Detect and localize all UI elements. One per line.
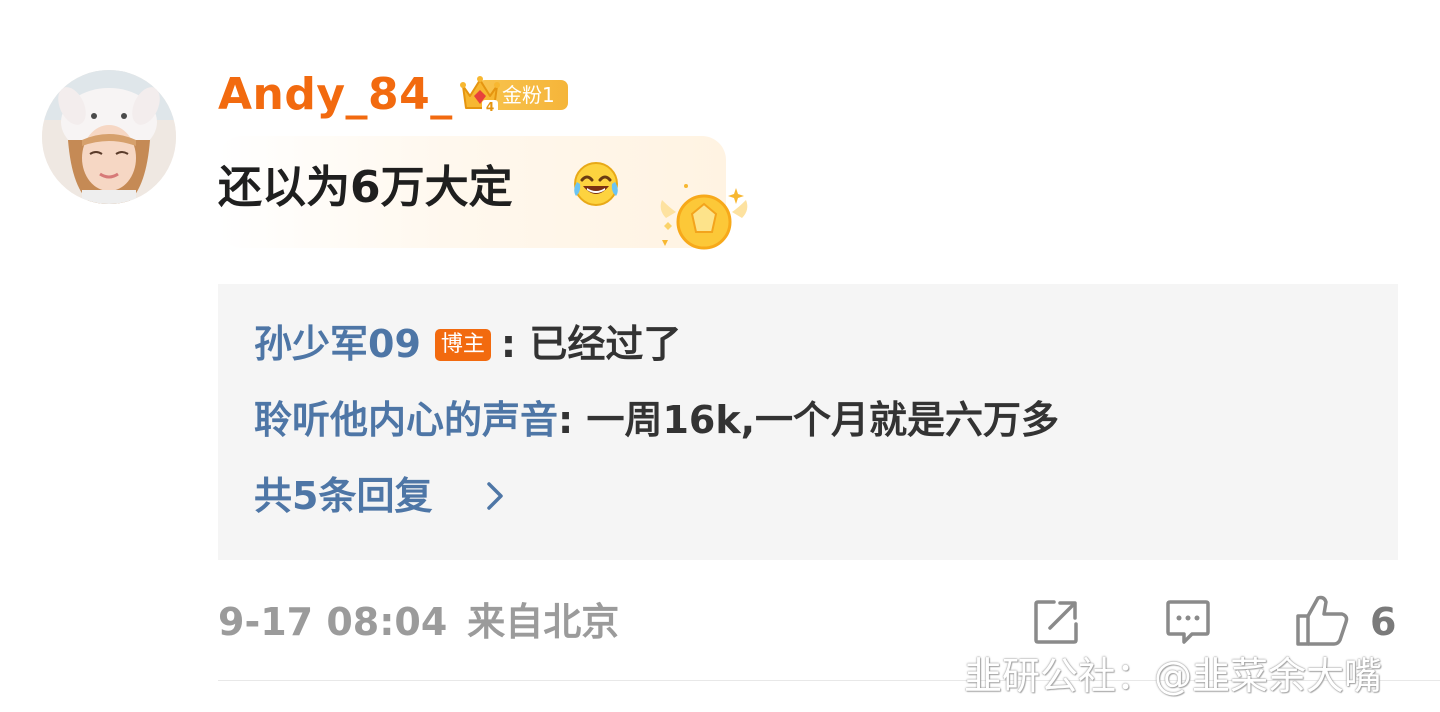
reply-username[interactable]: 聆听他内心的声音: [254, 398, 558, 442]
more-replies-link[interactable]: 共5条回复: [254, 470, 432, 522]
reply-item[interactable]: 孙少军09 博主: 已经过了: [254, 318, 681, 370]
medal-icon: [660, 184, 748, 250]
fan-badge-label: 金粉1: [502, 83, 555, 107]
like-count: 6: [1370, 600, 1397, 644]
avatar[interactable]: [42, 70, 176, 204]
crown-icon: 4: [460, 76, 500, 114]
username[interactable]: Andy_84_: [218, 66, 453, 124]
comment-time: 9-17 08:04: [218, 600, 448, 644]
reply-item[interactable]: 聆听他内心的声音: 一周16k,一个月就是六万多: [254, 394, 1059, 446]
comment-location: 来自北京: [467, 600, 620, 644]
fan-badge-level: 4: [486, 100, 494, 114]
comment-text: 还以为6万大定: [218, 162, 513, 213]
reply-text: 一周16k,一个月就是六万多: [586, 398, 1060, 442]
share-icon[interactable]: [1032, 598, 1080, 646]
fan-badge[interactable]: 金粉1 4: [458, 72, 570, 116]
laughing-crying-emoji-icon: [574, 162, 618, 206]
comment-icon[interactable]: [1164, 598, 1212, 646]
avatar-image: [42, 70, 176, 204]
reply-text: 已经过了: [529, 322, 682, 366]
comment-card: Andy_84_ 金粉1 4 还以为6万大定 孙少军09 博主: 已经过了 聆…: [0, 0, 1440, 712]
reply-separator: :: [500, 322, 530, 366]
host-badge: 博主: [434, 329, 491, 361]
reply-separator: :: [558, 398, 587, 442]
chevron-right-icon: [487, 482, 503, 510]
watermark: 韭研公社：@韭菜余大嘴: [964, 654, 1383, 698]
like-icon[interactable]: [1294, 594, 1350, 646]
reply-username[interactable]: 孙少军09: [254, 322, 421, 366]
comment-meta: 9-17 08:04 来自北京: [218, 596, 619, 648]
